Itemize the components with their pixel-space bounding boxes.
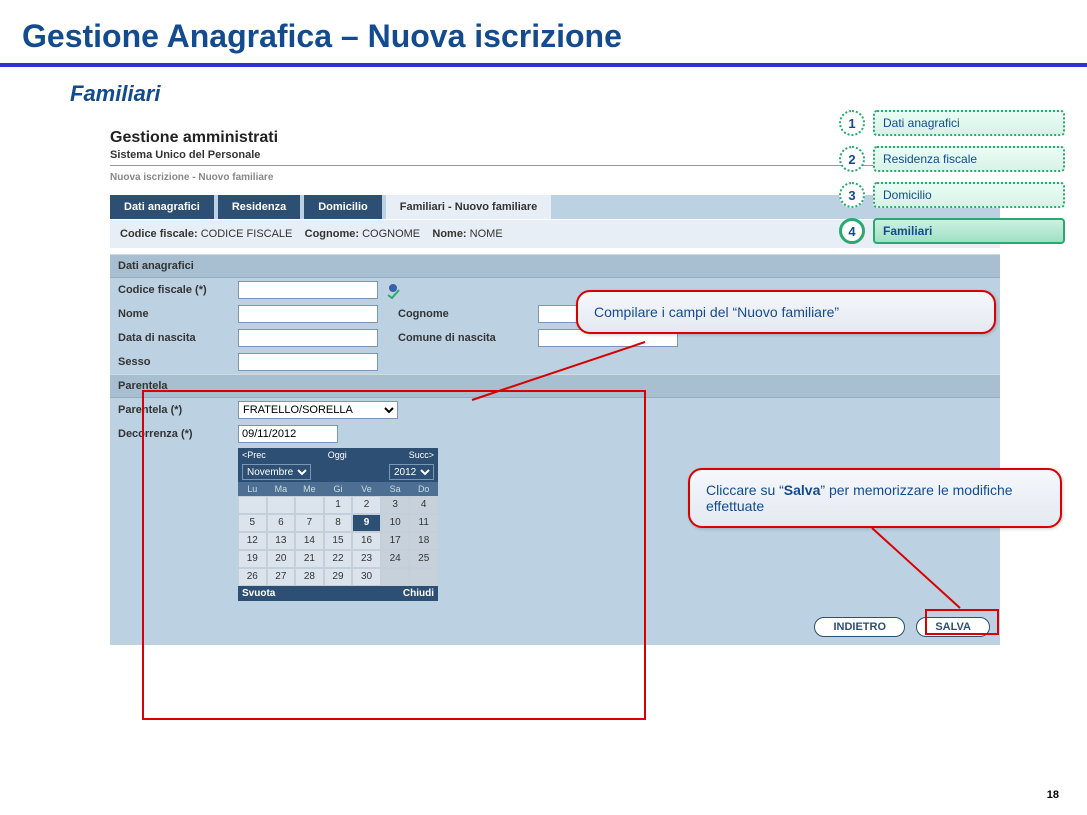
codice-fiscale-label: Codice fiscale (*): [118, 284, 238, 296]
step-4[interactable]: 4 Familiari: [839, 218, 1065, 244]
data-nascita-label: Data di nascita: [118, 332, 238, 344]
nome-form-label: Nome: [118, 308, 238, 320]
step-2[interactable]: 2 Residenza fiscale: [839, 146, 1065, 172]
step-label: Familiari: [873, 218, 1065, 244]
section-subtitle: Familiari: [0, 81, 1087, 107]
step-label: Residenza fiscale: [873, 146, 1065, 172]
cognome-form-label: Cognome: [398, 308, 538, 320]
tab-0[interactable]: Dati anagrafici: [110, 195, 214, 219]
connector-line-2: [870, 526, 990, 626]
step-label: Domicilio: [873, 182, 1065, 208]
step-num: 4: [839, 218, 865, 244]
nome-value: NOME: [470, 228, 503, 240]
connector-line-1: [470, 340, 730, 600]
cf-label: Codice fiscale:: [120, 228, 198, 240]
step-num: 2: [839, 146, 865, 172]
cognome-label: Cognome:: [305, 228, 359, 240]
step-3[interactable]: 3 Domicilio: [839, 182, 1065, 208]
cognome-value: COGNOME: [362, 228, 420, 240]
verify-cf-icon[interactable]: [384, 281, 402, 299]
step-num: 3: [839, 182, 865, 208]
data-nascita-field[interactable]: [238, 329, 378, 347]
step-num: 1: [839, 110, 865, 136]
tab-2[interactable]: Domicilio: [304, 195, 382, 219]
callout-salva: Cliccare su “Salva” per memorizzare le m…: [688, 468, 1062, 528]
step-1[interactable]: 1 Dati anagrafici: [839, 110, 1065, 136]
section-dati-anagrafici: Dati anagrafici: [110, 254, 1000, 278]
nome-field[interactable]: [238, 305, 378, 323]
tab-3[interactable]: Familiari - Nuovo familiare: [386, 195, 552, 219]
wizard-steps: 1 Dati anagrafici 2 Residenza fiscale 3 Domic…: [839, 110, 1065, 254]
callout-compilare: Compilare i campi del “Nuovo familiare”: [576, 290, 996, 334]
codice-fiscale-field[interactable]: [238, 281, 378, 299]
cf-value: CODICE FISCALE: [201, 228, 293, 240]
page-number: 18: [1047, 789, 1059, 801]
page-title: Gestione Anagrafica – Nuova iscrizione: [0, 0, 1087, 63]
sesso-label: Sesso: [118, 356, 238, 368]
title-underline: [0, 63, 1087, 67]
sesso-field[interactable]: [238, 353, 378, 371]
nome-label: Nome:: [432, 228, 466, 240]
callout-salva-bold: Salva: [784, 482, 821, 498]
tab-1[interactable]: Residenza: [218, 195, 300, 219]
step-label: Dati anagrafici: [873, 110, 1065, 136]
